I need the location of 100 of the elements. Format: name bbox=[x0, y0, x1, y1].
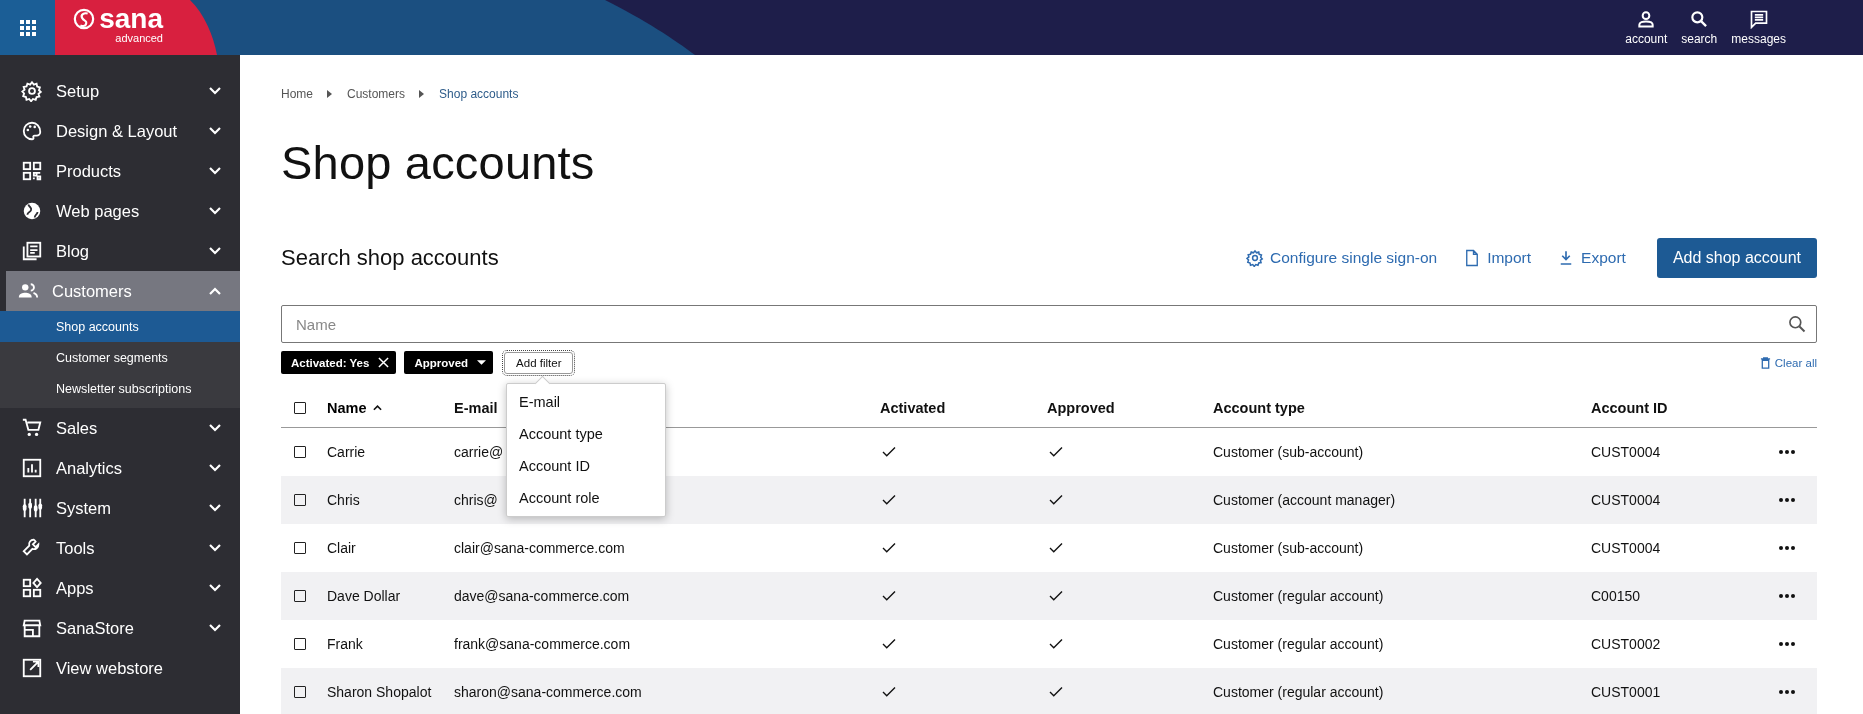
account-type-cell: Customer (sub-account) bbox=[1213, 444, 1364, 460]
search-icon bbox=[1787, 314, 1807, 334]
gear-icon bbox=[1246, 249, 1264, 267]
sidebar-label: Apps bbox=[56, 578, 95, 598]
sidebar-item[interactable]: SanaStore bbox=[0, 608, 240, 648]
sidebar-item[interactable]: System bbox=[0, 488, 240, 528]
grid-icon bbox=[19, 19, 36, 36]
sidebar-label: Design & Layout bbox=[56, 121, 179, 141]
more-options-button[interactable] bbox=[1779, 690, 1797, 694]
sidebar-label: Setup bbox=[56, 81, 101, 101]
search-icon bbox=[1689, 9, 1710, 29]
checkbox[interactable] bbox=[294, 638, 306, 650]
checkbox[interactable] bbox=[294, 542, 306, 554]
page-title: Shop accounts bbox=[281, 135, 596, 191]
message-nav-button[interactable]: messages bbox=[1731, 9, 1786, 46]
sidebar-subitem[interactable]: Shop accounts bbox=[0, 311, 240, 342]
account-id-cell: CUST0004 bbox=[1591, 492, 1661, 508]
sidebar-item[interactable]: Analytics bbox=[0, 448, 240, 488]
menu-item[interactable]: Account role bbox=[507, 482, 665, 514]
edition-label: advanced bbox=[115, 33, 163, 44]
sidebar-item[interactable]: Web pages bbox=[0, 191, 240, 231]
newspaper-icon bbox=[21, 240, 43, 262]
more-options-button[interactable] bbox=[1779, 546, 1797, 550]
sidebar-label: Blog bbox=[56, 241, 91, 261]
column-header[interactable]: Account ID bbox=[1591, 400, 1668, 416]
search-nav-button[interactable]: search bbox=[1681, 9, 1718, 46]
column-header[interactable]: E-mail bbox=[454, 400, 498, 416]
filter-chip[interactable]: Activated: Yes bbox=[281, 351, 397, 374]
menu-item[interactable]: Account type bbox=[507, 418, 665, 450]
action-link[interactable]: Export bbox=[1557, 249, 1626, 267]
checkbox[interactable] bbox=[294, 402, 306, 414]
grid-icon bbox=[21, 160, 43, 182]
account-id-cell: CUST0004 bbox=[1591, 540, 1661, 556]
bar-chart-icon bbox=[21, 457, 43, 479]
name-cell: Frank bbox=[327, 636, 363, 652]
apps-icon bbox=[21, 577, 43, 599]
more-options-button[interactable] bbox=[1779, 594, 1797, 598]
sidebar-item[interactable]: Sales bbox=[0, 408, 240, 448]
search-field[interactable]: Name bbox=[281, 305, 1817, 343]
sidebar-item[interactable]: Products bbox=[0, 151, 240, 191]
menu-item[interactable]: Account ID bbox=[507, 450, 665, 482]
sidebar-label: Analytics bbox=[56, 458, 124, 478]
account-type-cell: Customer (account manager) bbox=[1213, 492, 1396, 508]
name-cell: Chris bbox=[327, 492, 360, 508]
action-link[interactable]: Import bbox=[1463, 249, 1532, 267]
sidebar-label: Sales bbox=[56, 418, 99, 438]
palette-icon bbox=[21, 120, 43, 142]
gear-icon bbox=[21, 80, 43, 102]
sidebar-subitem[interactable]: Newsletter subscriptions bbox=[0, 373, 240, 404]
more-options-button[interactable] bbox=[1779, 498, 1797, 502]
account-id-cell: CUST0004 bbox=[1591, 444, 1661, 460]
menu-item[interactable]: E-mail bbox=[507, 386, 665, 418]
sidebar-item[interactable]: View webstore bbox=[0, 648, 240, 688]
sidebar-label: Customers bbox=[52, 281, 133, 301]
add-account-button[interactable]: Add shop account bbox=[1656, 238, 1817, 278]
sidebar-label: View webstore bbox=[56, 658, 164, 678]
store-icon bbox=[21, 617, 43, 639]
message-icon bbox=[1748, 9, 1769, 29]
name-cell: Clair bbox=[327, 540, 356, 556]
caret-right-icon bbox=[419, 90, 426, 98]
checkbox[interactable] bbox=[294, 446, 306, 458]
clear-all-link[interactable]: Clear all bbox=[1759, 356, 1817, 369]
checkbox[interactable] bbox=[294, 590, 306, 602]
filter-chip[interactable]: Approved bbox=[404, 351, 494, 374]
breadcrumb-link[interactable]: Customers bbox=[347, 87, 406, 101]
email-cell: clair@sana-commerce.com bbox=[454, 540, 625, 556]
column-header[interactable]: Activated bbox=[880, 400, 946, 416]
breadcrumb-link[interactable]: Home bbox=[281, 87, 313, 101]
caret-down-icon bbox=[477, 360, 487, 365]
more-options-button[interactable] bbox=[1779, 642, 1797, 646]
sidebar-item[interactable]: Tools bbox=[0, 528, 240, 568]
sidebar-item[interactable]: Setup bbox=[0, 71, 240, 111]
account-type-cell: Customer (regular account) bbox=[1213, 684, 1384, 700]
breadcrumb-link[interactable]: Shop accounts bbox=[439, 87, 519, 101]
checkbox[interactable] bbox=[294, 494, 306, 506]
close-icon bbox=[378, 357, 390, 368]
logo-mark-icon bbox=[73, 8, 96, 30]
sidebar-label: Products bbox=[56, 161, 123, 181]
account-type-cell: Customer (sub-account) bbox=[1213, 540, 1364, 556]
trash-icon bbox=[1759, 356, 1771, 369]
account-nav-button[interactable]: account bbox=[1625, 9, 1668, 46]
account-icon bbox=[1636, 9, 1657, 29]
sidebar-item[interactable]: Apps bbox=[0, 568, 240, 608]
sidebar-item[interactable]: Design & Layout bbox=[0, 111, 240, 151]
sliders-icon bbox=[21, 497, 43, 519]
email-cell: chris@ bbox=[454, 492, 498, 508]
sidebar-subitem[interactable]: Customer segments bbox=[0, 342, 240, 373]
action-link[interactable]: Configure single sign-on bbox=[1246, 249, 1438, 267]
column-header[interactable]: Approved bbox=[1047, 400, 1115, 416]
sidebar-item[interactable]: Blog bbox=[0, 231, 240, 271]
account-id-cell: CUST0002 bbox=[1591, 636, 1661, 652]
more-options-button[interactable] bbox=[1779, 450, 1797, 454]
checkbox[interactable] bbox=[294, 686, 306, 698]
column-header[interactable]: Name bbox=[327, 400, 367, 416]
column-header[interactable]: Account type bbox=[1213, 400, 1305, 416]
app-launcher-button[interactable] bbox=[0, 0, 55, 55]
name-cell: Dave Dollar bbox=[327, 588, 401, 604]
section-heading: Search shop accounts bbox=[281, 245, 500, 271]
add-filter-button[interactable]: Add filter bbox=[504, 351, 574, 374]
sidebar-item[interactable]: Customers bbox=[6, 271, 240, 311]
